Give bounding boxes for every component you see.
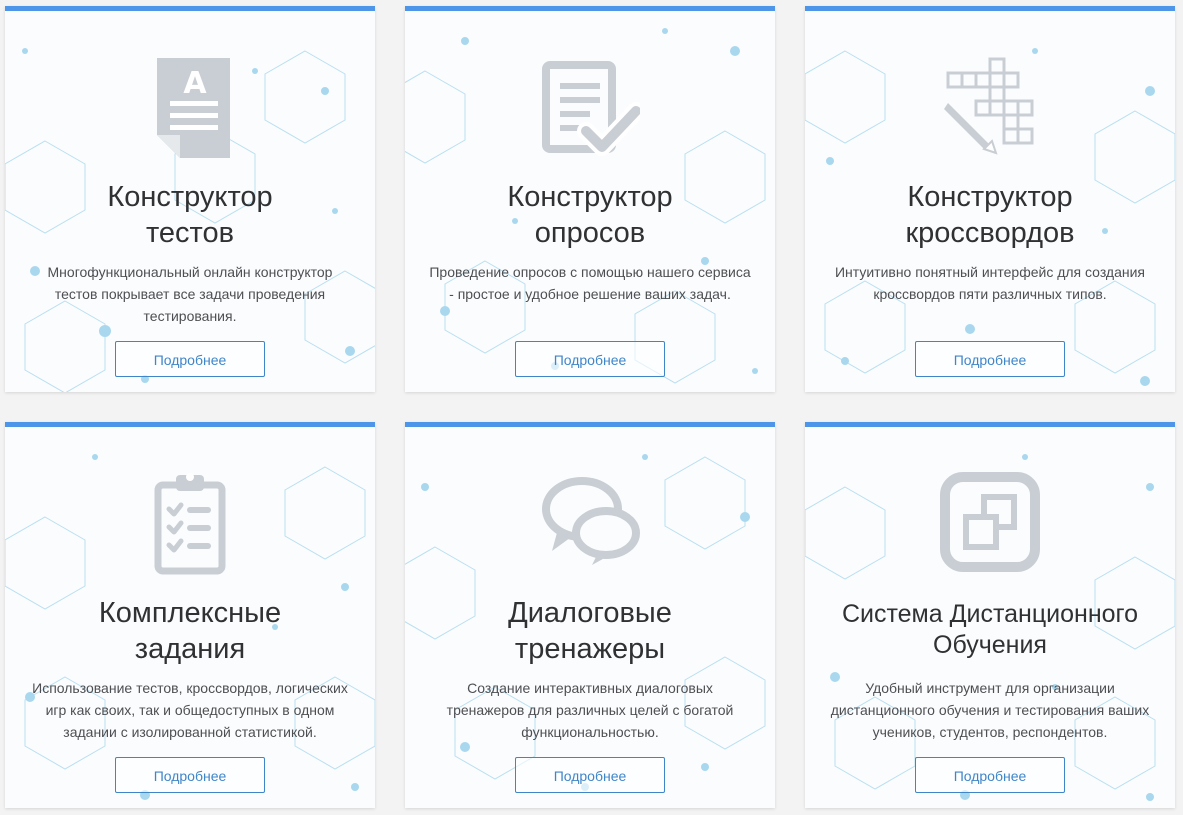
- card-dialog-trainers: Диалоговые тренажеры Создание интерактив…: [405, 422, 775, 808]
- more-button[interactable]: Подробнее: [115, 341, 265, 377]
- more-button[interactable]: Подробнее: [515, 341, 665, 377]
- card-description: Многофункциональный онлайн конструктор т…: [47, 264, 333, 324]
- more-button[interactable]: Подробнее: [915, 757, 1065, 793]
- more-button[interactable]: Подробнее: [115, 757, 265, 793]
- card-title: Конструктор тестов: [107, 181, 273, 249]
- card-description: Проведение опросов с помощью нашего серв…: [429, 264, 751, 302]
- card-title: Конструктор кроссвордов: [905, 181, 1075, 249]
- more-button[interactable]: Подробнее: [515, 757, 665, 793]
- clipboard-checklist-icon: [154, 473, 226, 575]
- card-test-constructor: A Конструктор тестов Многофункциональный…: [5, 6, 375, 392]
- card-title: Диалоговые тренажеры: [508, 597, 672, 665]
- card-description: Интуитивно понятный интерфейс для создан…: [834, 264, 1146, 302]
- card-crossword-constructor: Конструктор кроссвордов Интуитивно понят…: [805, 6, 1175, 392]
- card-description: Удобный инструмент для организации диста…: [830, 680, 1150, 740]
- card-description: Создание интерактивных диалоговых тренаж…: [446, 680, 734, 740]
- more-button[interactable]: Подробнее: [915, 341, 1065, 377]
- test-document-icon: A: [157, 58, 230, 158]
- card-complex-tasks: Комплексные задания Использование тестов…: [5, 422, 375, 808]
- card-title: Система Дистанционного Обучения: [841, 600, 1139, 659]
- survey-check-icon: [542, 61, 640, 156]
- distance-learning-windows-icon: [940, 472, 1040, 572]
- card-title: Комплексные задания: [98, 597, 282, 665]
- svg-text:A: A: [183, 66, 207, 101]
- card-distance-learning: Система Дистанционного Обучения Удобный …: [805, 422, 1175, 808]
- card-description: Использование тестов, кроссвордов, логич…: [32, 680, 348, 740]
- chat-bubbles-icon: [542, 477, 640, 565]
- card-survey-constructor: Конструктор опросов Проведение опросов с…: [405, 6, 775, 392]
- card-title: Конструктор опросов: [507, 181, 673, 249]
- crossword-pencil-icon: [944, 57, 1034, 155]
- feature-grid: A Конструктор тестов Многофункциональный…: [0, 0, 1183, 815]
